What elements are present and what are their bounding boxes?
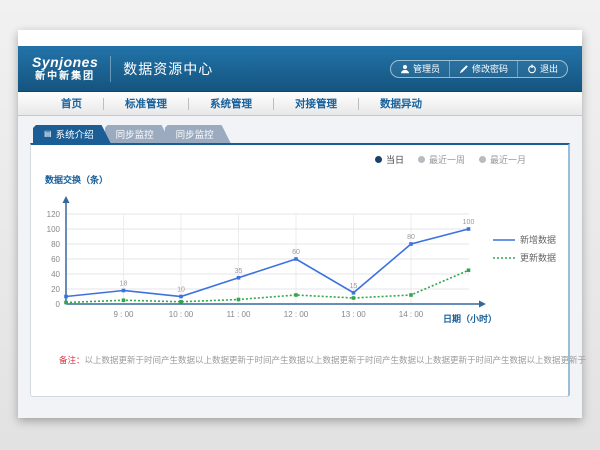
y-tick-label: 60 [51,255,60,264]
nav-item-home[interactable]: 首页 [40,96,103,111]
user-icon [400,64,410,74]
data-point [352,291,356,295]
point-label: 80 [407,234,415,241]
content-area: ▤ 系统介绍 同步监控 同步监控 当日 最近一周 [18,116,582,418]
footnote-label: 备注： [59,355,85,365]
data-point [467,268,471,272]
app-header: Synjones 新中新集团 数据资源中心 管理员 修改密码 [18,46,582,92]
header-divider [110,56,111,82]
line-chart: 9 : 00 10 : 00 11 : 00 12 : 00 13 : 00 14 : 0… [31,145,568,350]
app-window: Synjones 新中新集团 数据资源中心 管理员 修改密码 [18,30,582,418]
x-tick-label: 9 : 00 [113,310,134,319]
logout-button[interactable]: 退出 [517,61,567,77]
window-top-strip [18,30,582,46]
legend-label: 新增数据 [520,234,556,245]
nav-item-system-management[interactable]: 系统管理 [189,96,273,111]
y-axis-arrow-icon [63,196,70,203]
data-point [64,301,68,305]
point-label: 100 [463,219,475,226]
main-nav: 首页 标准管理 系统管理 对接管理 数据异动 [18,92,582,116]
chart-panel: 当日 最近一周 最近一月 9 : 0010 : 0011 : 0012 : 00… [30,143,570,397]
footnote: 备注：以上数据更新于时间产生数据以上数据更新于时间产生数据以上数据更新于时间产生… [59,354,586,366]
nav-item-data-changes[interactable]: 数据异动 [359,96,443,111]
x-tick-label: 13 : 00 [341,310,366,319]
logout-label: 退出 [540,62,558,75]
point-label: 18 [120,281,128,288]
data-point [409,293,413,297]
data-point [237,276,241,280]
x-tick-label: 10 : 00 [169,310,194,319]
document-icon: ▤ [44,130,52,138]
x-tick-label: 12 : 00 [284,310,309,319]
footnote-text: 以上数据更新于时间产生数据以上数据更新于时间产生数据以上数据更新于时间产生数据以… [85,355,587,365]
x-axis-label: 日期（小时） [443,313,497,324]
y-axis-label: 数据交换（条） [45,174,108,185]
x-tick-label: 11 : 00 [227,310,251,319]
tab-sync-monitor-2[interactable]: 同步监控 [165,125,231,143]
tab-label: 系统介绍 [56,127,94,141]
tab-sync-monitor-1[interactable]: 同步监控 [105,125,171,143]
point-label: 35 [235,268,243,275]
edit-icon [459,64,469,74]
nav-item-integration-management[interactable]: 对接管理 [274,96,358,111]
y-tick-label: 40 [51,270,60,279]
data-point [122,298,126,302]
power-icon [527,64,537,74]
tab-label: 同步监控 [176,127,214,141]
data-point [294,293,298,297]
data-point [122,289,126,293]
page-title: 数据资源中心 [123,59,213,79]
tab-label: 同步监控 [116,127,154,141]
data-point [352,296,356,300]
legend-label: 更新数据 [520,252,556,263]
header-actions: 管理员 修改密码 退出 [390,60,568,78]
logo-text: Synjones [32,55,98,70]
y-tick-label: 20 [51,285,60,294]
y-tick-label: 0 [56,300,61,309]
point-label: 10 [177,287,185,294]
data-point [467,227,471,231]
change-password-button[interactable]: 修改密码 [449,61,517,77]
point-label: 15 [350,283,358,290]
data-point [179,295,183,299]
y-tick-label: 80 [51,240,60,249]
data-point [179,300,183,304]
x-tick-label: 14 : 00 [399,310,424,319]
y-tick-label: 100 [47,225,61,234]
data-point [64,295,68,299]
tab-bar: ▤ 系统介绍 同步监控 同步监控 [33,125,582,143]
user-label: 管理员 [413,62,440,75]
logo: Synjones 新中新集团 [32,55,98,81]
tab-system-intro[interactable]: ▤ 系统介绍 [33,125,111,143]
change-password-label: 修改密码 [472,62,508,75]
point-label: 60 [292,249,300,256]
logo-subtitle: 新中新集团 [32,71,98,82]
x-axis-arrow-icon [479,301,486,308]
user-button[interactable]: 管理员 [391,61,449,77]
data-point [409,242,413,246]
data-point [294,257,298,261]
nav-item-standard-management[interactable]: 标准管理 [104,96,188,111]
y-tick-label: 120 [47,210,61,219]
data-point [237,298,241,302]
